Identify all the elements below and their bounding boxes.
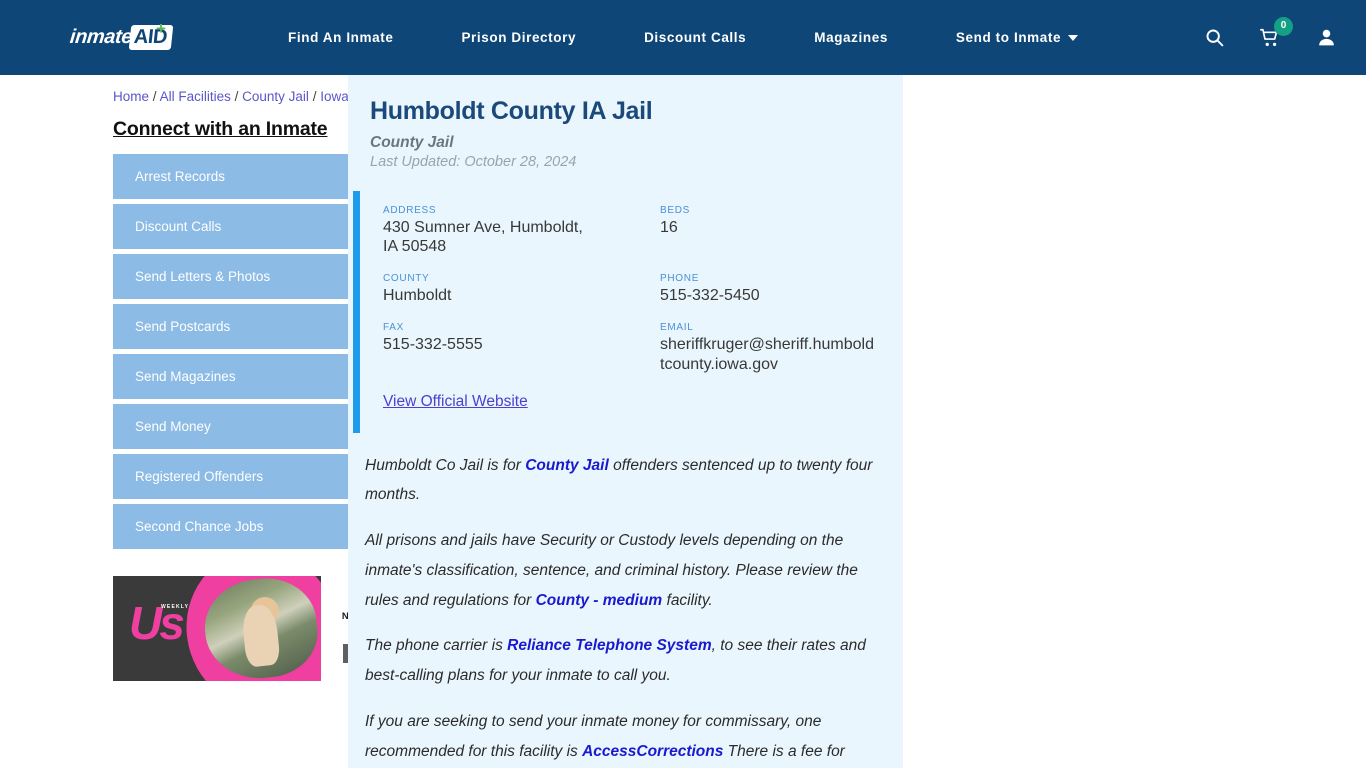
sidebar: Home / All Facilities / County Jail / Io… [0, 75, 433, 768]
field-label: ADDRESS [383, 204, 437, 216]
nav-link-discount-calls[interactable]: Discount Calls [610, 30, 780, 45]
nav-label: Prison Directory [461, 30, 577, 45]
nav-icon-group: 0 [1202, 16, 1338, 50]
primary-nav: Find An Inmate Prison Directory Discount… [254, 30, 1112, 45]
logo-badge: AID [128, 25, 174, 50]
user-account-icon[interactable] [1314, 26, 1338, 50]
breadcrumb-separator: / [152, 89, 157, 104]
breadcrumb-item-all-facilities[interactable]: All Facilities [160, 89, 231, 104]
shopping-cart-icon[interactable]: 0 [1258, 16, 1293, 50]
field-address: ADDRESS 430 Sumner Ave, Humboldt, IA 505… [383, 205, 660, 256]
breadcrumb-item-iowa[interactable]: Iowa [320, 89, 349, 104]
link-county-medium[interactable]: County - medium [536, 592, 663, 609]
page-body: Home / All Facilities / County Jail / Io… [0, 75, 1366, 768]
breadcrumb: Home / All Facilities / County Jail / Io… [113, 89, 349, 104]
sidebar-title: Connect with an Inmate [113, 118, 328, 140]
breadcrumb-item-county-jail[interactable]: County Jail [242, 89, 309, 104]
field-email: EMAIL sheriffkruger@sheriff.humboldtcoun… [660, 322, 903, 373]
nav-label: Find An Inmate [288, 30, 394, 45]
nav-label: Send to Inmate [955, 30, 1062, 45]
facility-detail-panel: Humboldt County IA Jail County Jail Last… [348, 75, 903, 768]
site-logo[interactable]: inmate AID + [68, 20, 174, 50]
field-value: 515-332-5555 [383, 336, 483, 354]
field-label: BEDS [660, 204, 691, 216]
description-paragraph-3: The phone carrier is Reliance Telephone … [365, 631, 887, 691]
field-label: COUNTY [383, 273, 430, 285]
field-label: EMAIL [660, 322, 694, 334]
field-value: 430 Sumner Ave, Humboldt, IA 50548 [383, 218, 583, 255]
text-segment: facility. [662, 591, 713, 609]
field-beds: BEDS 16 [660, 205, 903, 256]
chevron-down-icon [1068, 34, 1079, 41]
text-segment: Humboldt Co Jail is for [365, 456, 526, 474]
link-county-jail[interactable]: County Jail [525, 457, 609, 474]
nav-link-send-to-inmate[interactable]: Send to Inmate [922, 30, 1112, 45]
field-label: PHONE [660, 273, 700, 285]
breadcrumb-item-home[interactable]: Home [113, 89, 149, 104]
ad-brand-sublogo: WEEKLY [161, 604, 190, 610]
description-paragraph-4: If you are seeking to send your inmate m… [365, 707, 887, 768]
field-value: 16 [660, 218, 678, 236]
logo-wordmark: inmate [68, 26, 134, 48]
field-value: Humboldt [383, 287, 452, 305]
facility-info-grid: ADDRESS 430 Sumner Ave, Humboldt, IA 505… [353, 190, 903, 433]
description-paragraph-1: Humboldt Co Jail is for County Jail offe… [365, 451, 887, 511]
breadcrumb-separator: / [312, 89, 317, 104]
top-navigation-bar: inmate AID + Find An Inmate Prison Direc… [0, 0, 1366, 75]
field-value: 515-332-5450 [660, 287, 760, 305]
field-phone: PHONE 515-332-5450 [660, 273, 903, 305]
nav-link-prison-directory[interactable]: Prison Directory [427, 30, 610, 45]
nav-link-find-an-inmate[interactable]: Find An Inmate [254, 30, 427, 45]
field-value: sheriffkruger@sheriff.humboldtcounty.iow… [660, 336, 874, 373]
facility-header: Humboldt County IA Jail County Jail Last… [348, 75, 903, 176]
field-fax: FAX 515-332-5555 [383, 322, 660, 373]
link-reliance-telephone-system[interactable]: Reliance Telephone System [507, 637, 711, 654]
description-paragraph-2: All prisons and jails have Security or C… [365, 526, 887, 615]
last-updated-text: Last Updated: October 28, 2024 [370, 153, 577, 170]
link-accesscorrections[interactable]: AccessCorrections [582, 743, 723, 760]
search-icon[interactable] [1202, 26, 1226, 50]
text-segment: The phone carrier is [365, 637, 508, 655]
nav-label: Magazines [814, 30, 888, 45]
nav-link-magazines[interactable]: Magazines [780, 30, 922, 45]
cart-count-badge: 0 [1274, 16, 1293, 36]
field-county: COUNTY Humboldt [383, 273, 660, 305]
facility-type: County Jail [370, 133, 454, 151]
breadcrumb-separator: / [234, 89, 239, 104]
view-official-website-link[interactable]: View Official Website [383, 393, 660, 411]
ad-artwork: Us WEEKLY [113, 576, 321, 681]
field-label: FAX [383, 322, 404, 334]
facility-description: Humboldt Co Jail is for County Jail offe… [348, 433, 903, 768]
page-title: Humboldt County IA Jail [370, 97, 653, 125]
logo-plus-icon: + [156, 19, 166, 38]
nav-label: Discount Calls [644, 30, 747, 45]
